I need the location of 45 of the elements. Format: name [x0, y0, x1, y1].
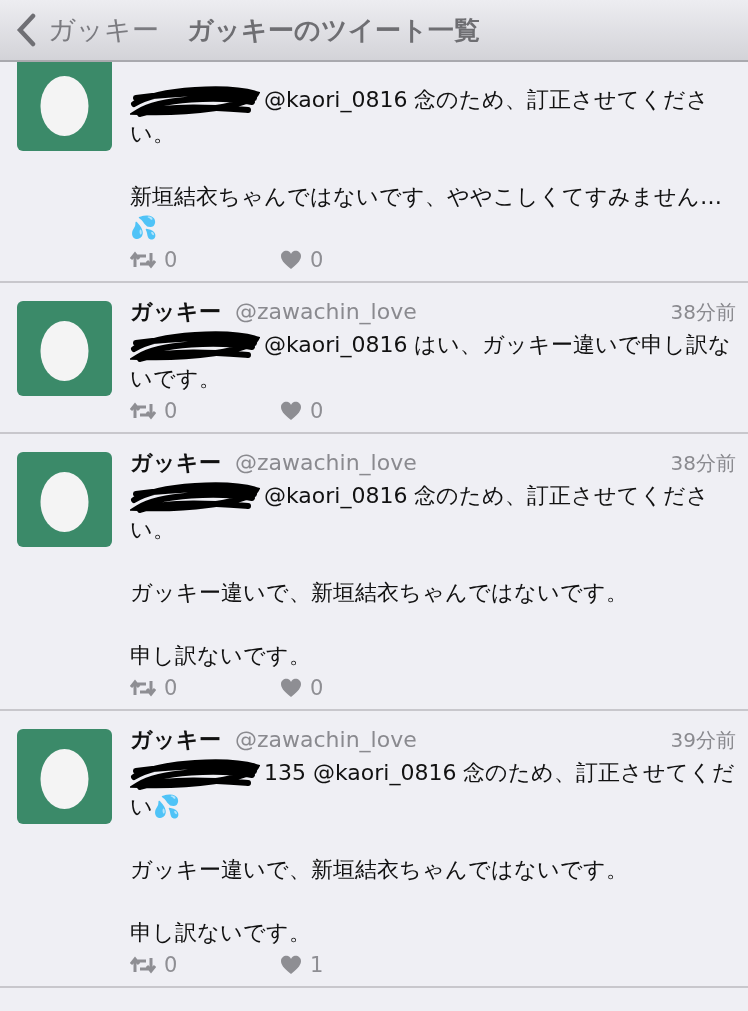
retweet-count[interactable]: 0 — [130, 676, 280, 700]
nav-title: ガッキーのツイート一覧 — [187, 13, 480, 47]
like-count[interactable]: 0 — [280, 676, 430, 700]
tweet-text: @kaori_0816 念のため、訂正させてください。 — [130, 84, 736, 149]
retweet-count[interactable]: 0 — [130, 399, 280, 423]
tweet-time: 39分前 — [670, 727, 736, 754]
tweet-text: @kaori_0816 念のため、訂正させてください。 — [130, 480, 736, 545]
heart-icon — [280, 250, 302, 270]
tweet-row[interactable]: @kaori_0816 念のため、訂正させてください。 新垣結衣ちゃんではないです、ややこしくてすみません…💦 0 0 — [0, 62, 748, 283]
heart-icon — [280, 401, 302, 421]
tweet-text: 135 @kaori_0816 念のため、訂正させてくだい💦 — [130, 757, 736, 822]
like-count[interactable]: 1 — [280, 953, 430, 977]
user-handle: @zawachin_love — [235, 727, 417, 752]
like-count[interactable]: 0 — [280, 399, 430, 423]
avatar-egg-icon — [17, 62, 112, 151]
tweet-row[interactable]: ガッキー @zawachin_love 38分前 @kaori_0816 はい、ガッキー違いで申し訳ないです。 0 0 — [0, 283, 748, 434]
like-count[interactable]: 0 — [280, 248, 430, 272]
avatar-egg-icon — [17, 301, 112, 396]
tweet-text: ガッキー違いで、新垣結衣ちゃんではないです。 — [130, 579, 629, 607]
back-button[interactable]: ガッキー — [16, 12, 159, 48]
tweet-text: 申し訳ないです。 — [130, 919, 312, 947]
tweet-time: 38分前 — [670, 450, 736, 477]
user-name: ガッキー — [130, 726, 221, 754]
tweet-text: 申し訳ないです。 — [130, 642, 312, 670]
retweet-count[interactable]: 0 — [130, 953, 280, 977]
heart-icon — [280, 955, 302, 975]
retweet-icon — [130, 679, 156, 697]
retweet-icon — [130, 251, 156, 269]
avatar-egg-icon — [17, 452, 112, 547]
tweet-row[interactable]: ガッキー @zawachin_love 39分前 135 @kaori_0816 念のため、訂正させてくだい💦 ガッキー違いで、新垣結衣ちゃんではないです。 申し訳ないです。 0 1 — [0, 711, 748, 988]
retweet-icon — [130, 402, 156, 420]
retweet-count[interactable]: 0 — [130, 248, 280, 272]
user-name: ガッキー — [130, 449, 221, 477]
user-name: ガッキー — [130, 298, 221, 326]
retweet-icon — [130, 956, 156, 974]
tweet-time: 38分前 — [670, 299, 736, 326]
user-handle: @zawachin_love — [235, 450, 417, 475]
back-chevron-icon — [16, 13, 36, 47]
avatar-egg-icon — [17, 729, 112, 824]
tweet-text: 新垣結衣ちゃんではないです、ややこしくてすみません…💦 — [130, 183, 723, 242]
tweet-text: @kaori_0816 はい、ガッキー違いで申し訳ないです。 — [130, 329, 736, 394]
tweet-text: ガッキー違いで、新垣結衣ちゃんではないです。 — [130, 856, 629, 884]
heart-icon — [280, 678, 302, 698]
user-handle: @zawachin_love — [235, 299, 417, 324]
tweet-row[interactable]: ガッキー @zawachin_love 38分前 @kaori_0816 念のため、訂正させてください。 ガッキー違いで、新垣結衣ちゃんではないです。 申し訳ないです。 0 0 — [0, 434, 748, 711]
